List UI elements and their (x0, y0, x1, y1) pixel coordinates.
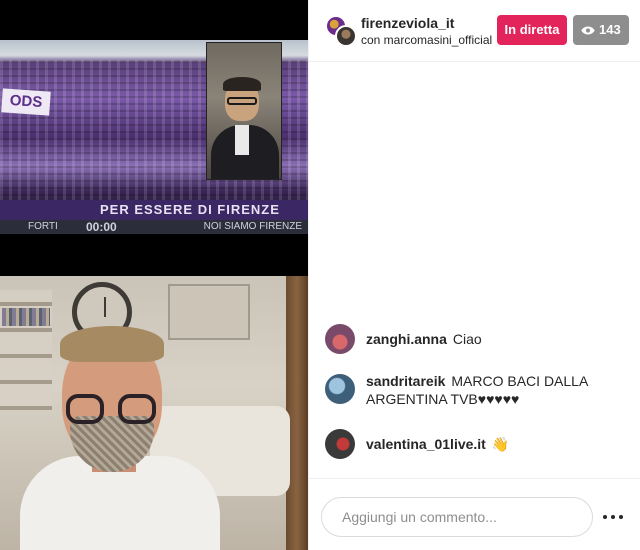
live-side-panel: firenzeviola_it con marcomasini_official… (308, 0, 640, 550)
stadium-banner: PER ESSERE DI FIRENZE (0, 200, 308, 220)
pip-person-glasses (227, 97, 257, 105)
pip-person-shirt (235, 125, 249, 155)
commenter-avatar[interactable] (325, 374, 355, 404)
pip-person-hair (223, 77, 261, 91)
commenter-avatar[interactable] (325, 429, 355, 459)
comment-input[interactable] (321, 497, 593, 537)
comment-username[interactable]: sandritareik (366, 373, 445, 389)
scoreboard: FORTI 00:00 NOI SIAMO FIRENZE (0, 220, 308, 234)
viewer-count-badge[interactable]: 143 (573, 15, 629, 45)
account-name[interactable]: firenzeviola_it (361, 15, 454, 31)
avatar-stack[interactable] (325, 15, 357, 47)
viewer-count: 143 (599, 22, 621, 37)
guest-avatar[interactable] (335, 25, 357, 47)
comment-text: Ciao (452, 331, 482, 347)
comment-body: zanghi.anna Ciao (366, 330, 626, 348)
live-video-area[interactable]: ODS PER ESSERE DI FIRENZE FORTI 00:00 NO… (0, 0, 308, 550)
live-badge: In diretta (497, 15, 567, 45)
comment-text: 👋 (491, 436, 510, 452)
scoreboard-left-text: FORTI (28, 221, 58, 232)
comment-body: valentina_01live.it 👋 (366, 435, 626, 453)
commenter-avatar[interactable] (325, 324, 355, 354)
comment-body: sandritareik MARCO BACI DALLA ARGENTINA T… (366, 372, 626, 408)
bookshelf (0, 290, 52, 410)
crowd-banner-text: ODS (1, 88, 51, 116)
host-hair (60, 326, 164, 362)
picture-in-picture-guest (206, 42, 282, 180)
wooden-beam (286, 276, 308, 550)
scoreboard-time: 00:00 (86, 220, 117, 234)
host-glasses-right (118, 394, 156, 424)
comment-footer (309, 478, 640, 550)
host-glasses-left (66, 394, 104, 424)
clock-hand (104, 297, 106, 317)
host-video-feed (0, 276, 308, 550)
eye-icon (581, 26, 595, 35)
books (2, 308, 50, 326)
dot (619, 515, 623, 519)
guest-subtitle[interactable]: con marcomasini_official (361, 33, 501, 47)
more-horizontal-icon[interactable] (601, 505, 625, 529)
dot (611, 515, 615, 519)
live-header: firenzeviola_it con marcomasini_official… (309, 0, 640, 62)
comment-username[interactable]: valentina_01live.it (366, 436, 486, 452)
dot (603, 515, 607, 519)
comment-username[interactable]: zanghi.anna (366, 331, 447, 347)
wall-picture (168, 284, 250, 340)
scoreboard-right-text: NOI SIAMO FIRENZE (203, 221, 302, 232)
